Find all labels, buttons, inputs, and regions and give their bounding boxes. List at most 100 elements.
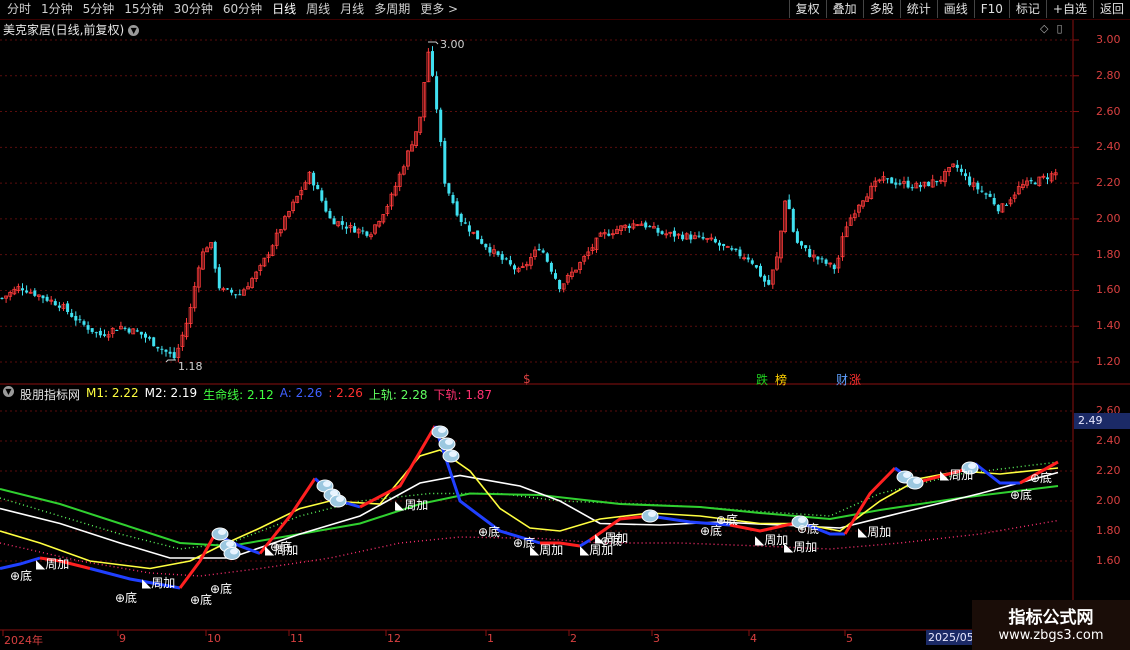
event-marker-dollar[interactable]: $ — [523, 372, 531, 386]
candle-body — [734, 248, 738, 250]
candle-body — [70, 312, 74, 317]
candle-body — [996, 204, 1000, 212]
indicator-lower-band: 下轨: 1.87 — [433, 388, 493, 402]
candle-body — [787, 199, 791, 210]
date-label: 1 — [487, 632, 494, 645]
signal-label: ⊕底 — [1010, 487, 1033, 502]
m1-line — [0, 449, 1059, 570]
candle-body — [955, 164, 959, 168]
diamond-icon[interactable]: ◇ — [1040, 22, 1048, 35]
signal-label: ⊕底 — [10, 568, 33, 583]
signal-label: ◣周加 — [580, 543, 614, 557]
cloud-icon — [211, 527, 229, 541]
candle-body — [123, 327, 127, 329]
candle-body — [156, 346, 160, 349]
candle-body — [886, 178, 890, 180]
candle-body — [312, 172, 316, 186]
indicator-name: 股朋指标网 — [20, 388, 81, 402]
candle-body — [959, 168, 963, 172]
date-label: 11 — [290, 632, 304, 645]
candle-body — [217, 267, 221, 289]
date-label: 9 — [119, 632, 126, 645]
candle-body — [1033, 182, 1037, 185]
candle-body — [45, 296, 49, 301]
dropdown-icon[interactable]: ▼ — [128, 25, 140, 36]
candle-body — [713, 238, 717, 243]
candle-body — [328, 210, 332, 219]
date-label: 2 — [570, 632, 577, 645]
candle-body — [500, 254, 504, 260]
candle-body — [701, 236, 705, 239]
candle-body — [656, 227, 660, 233]
candle-body — [541, 250, 545, 253]
candle-body — [21, 288, 24, 291]
signal-label: ⊕底 — [797, 522, 820, 536]
candle-body — [627, 225, 631, 229]
candle-body — [984, 193, 988, 195]
candle-body — [66, 303, 70, 312]
candle-body — [144, 333, 147, 338]
candle-body — [135, 330, 139, 332]
candle-body — [976, 182, 980, 190]
candle-body — [898, 183, 902, 185]
indicator-header: ▼ 股朋指标网 M1: 2.22 M2: 2.19 生命线: 2.12 A: 2… — [3, 386, 492, 403]
candle-body — [488, 247, 492, 253]
candle-body — [697, 235, 701, 237]
candle-body — [549, 262, 553, 272]
candle-body — [213, 242, 217, 269]
indicator-upper-band: 上轨: 2.28 — [368, 388, 428, 402]
candle-body — [238, 294, 242, 296]
event-marker-list[interactable]: 榜 — [775, 371, 787, 388]
candle-body — [53, 301, 57, 306]
price-tick-label: 1.20 — [1096, 355, 1121, 368]
candle-body — [968, 176, 972, 186]
candle-body — [746, 257, 750, 260]
candle-body — [57, 305, 61, 308]
candle-body — [681, 234, 685, 240]
signal-label: ◣周加 — [395, 498, 429, 512]
signal-label: ◣周加 — [142, 576, 176, 590]
candle-body — [435, 76, 439, 110]
cloud-icon — [906, 476, 924, 490]
candle-body — [750, 260, 754, 264]
candle-body — [832, 264, 836, 270]
candle-body — [127, 328, 131, 333]
candle-body — [103, 334, 106, 336]
candle-body — [25, 290, 29, 293]
candle-body — [0, 297, 4, 299]
stock-title-text: 美克家居(日线,前复权) — [3, 23, 125, 37]
candle-body — [230, 289, 234, 293]
candle-body — [906, 180, 910, 188]
candle-body — [910, 187, 914, 189]
candle-body — [890, 177, 894, 184]
watermark: 指标公式网 www.zbgs3.com — [972, 600, 1130, 650]
event-marker-finance[interactable]: 财 — [836, 371, 848, 388]
indicator-tick-label: 2.20 — [1096, 464, 1121, 477]
candle-body — [90, 328, 94, 332]
kline-chart-canvas[interactable] — [0, 0, 1130, 650]
candle-body — [935, 180, 939, 183]
candle-body — [94, 332, 98, 334]
candle-body — [443, 140, 447, 184]
candle-body — [738, 249, 742, 257]
candle-body — [660, 231, 664, 234]
candle-body — [168, 351, 172, 354]
candle-body — [504, 258, 508, 260]
event-marker-drop[interactable]: 跌 — [756, 371, 768, 388]
candle-body — [496, 251, 500, 256]
candle-body — [139, 331, 143, 335]
cloud-icon — [442, 449, 460, 463]
candle-body — [689, 234, 693, 240]
price-tick-label: 2.20 — [1096, 176, 1121, 190]
price-tick-label: 1.80 — [1096, 247, 1121, 261]
event-marker-rise[interactable]: 涨 — [849, 371, 861, 388]
signal-label: ⊕底 — [190, 592, 213, 607]
candle-body — [754, 265, 758, 268]
candle-body — [644, 222, 648, 228]
cloud-icon — [329, 494, 347, 508]
high-price-label: 3.00 — [440, 38, 465, 51]
candle-body — [648, 226, 652, 228]
candle-body — [894, 182, 898, 185]
indicator-dropdown-icon[interactable]: ▼ — [3, 386, 14, 397]
panel-toggle-icon[interactable]: ▯ — [1056, 22, 1062, 35]
